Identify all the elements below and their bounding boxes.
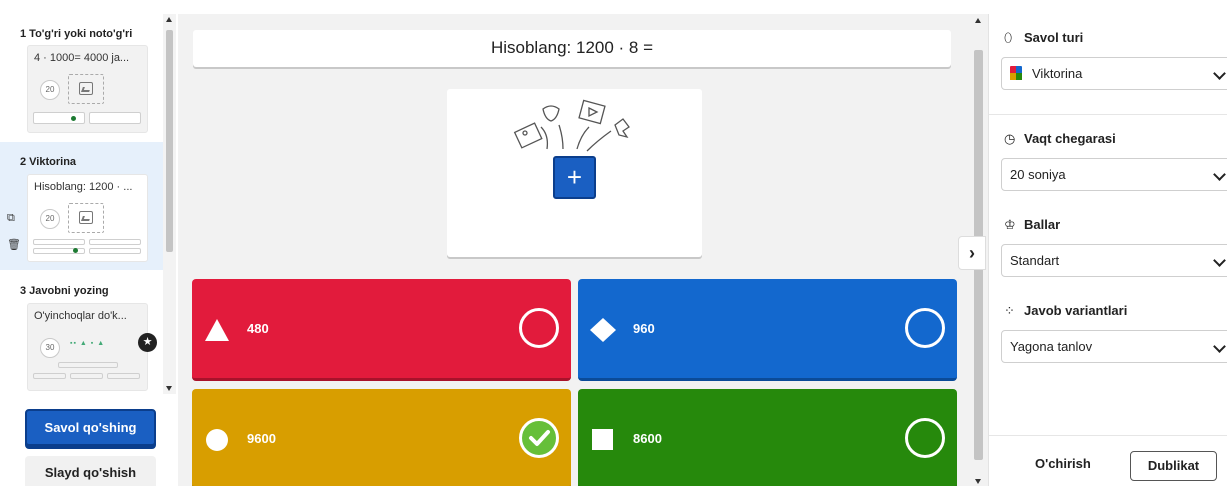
slide-thumbnail[interactable]: Hisoblang: 1200 · ... 20 — [27, 174, 148, 262]
delete-slide-icon[interactable]: 🗑 — [7, 238, 21, 251]
square-icon — [592, 429, 613, 450]
label-text: Ballar — [1024, 217, 1061, 232]
label-text: Savol turi — [1024, 30, 1084, 45]
add-question-button[interactable]: Savol qo'shing — [25, 409, 156, 446]
answer-option-2[interactable]: 960 — [578, 279, 957, 381]
grid-dots-icon: ⁘ — [1004, 303, 1015, 318]
collapse-panel-button[interactable]: › — [958, 236, 986, 270]
answer-preview — [107, 373, 140, 379]
answer-preview — [89, 112, 141, 124]
quiz-type-icon — [1010, 66, 1022, 80]
clock-icon: ◷ — [1004, 131, 1016, 146]
correct-dot — [73, 248, 78, 253]
question-type-label: ⬯ Savol turi — [1004, 30, 1083, 46]
scroll-down-icon[interactable] — [975, 479, 981, 484]
duplicate-slide-icon[interactable]: ⧉ — [7, 212, 15, 225]
question-text-field[interactable]: Hisoblang: 1200 · 8 = — [193, 30, 951, 67]
answer-text[interactable]: 960 — [633, 321, 655, 336]
points-select[interactable]: Standart — [1001, 244, 1227, 277]
slide-item-2[interactable]: 2 Viktorina Hisoblang: 1200 · ... 20 — [0, 142, 163, 270]
timer-badge: 20 — [40, 209, 60, 229]
scroll-thumb[interactable] — [166, 30, 173, 252]
select-value: Standart — [1010, 253, 1060, 268]
correct-dot — [71, 116, 76, 121]
duplicate-button[interactable]: Dublikat — [1130, 451, 1217, 481]
slide-title: 2 Viktorina — [20, 156, 77, 168]
question-type-icon: ⬯ — [1004, 30, 1013, 45]
divider — [989, 114, 1227, 115]
media-illustration-icon — [513, 99, 630, 152]
time-limit-select[interactable]: 20 soniya — [1001, 158, 1227, 191]
question-type-select[interactable]: Viktorina — [1001, 57, 1227, 90]
answer-text[interactable]: 8600 — [633, 431, 662, 446]
correct-toggle-checked[interactable] — [519, 418, 559, 458]
slide-thumbnail[interactable]: O'yinchoqlar do'k... 30 ▪▪ ▲ ▪ ▲ — [27, 303, 148, 391]
answer-icons: ▪▪ ▲ ▪ ▲ — [70, 340, 106, 347]
correct-toggle[interactable] — [905, 308, 945, 348]
chevron-down-icon — [1213, 168, 1226, 181]
star-icon: ★ — [138, 333, 157, 352]
image-placeholder-icon — [68, 203, 104, 233]
slide-thumbnail[interactable]: 4 · 1000= 4000 ja... 20 — [27, 45, 148, 133]
answer-preview — [58, 362, 118, 368]
label-text: Vaqt chegarasi — [1024, 131, 1116, 146]
answer-preview — [33, 112, 85, 124]
chevron-down-icon — [1213, 340, 1226, 353]
correct-toggle[interactable] — [519, 308, 559, 348]
answer-text[interactable]: 480 — [247, 321, 269, 336]
chevron-down-icon — [1213, 67, 1226, 80]
select-value: Viktorina — [1032, 66, 1083, 81]
answer-option-3[interactable]: 9600 — [192, 389, 571, 486]
question-editor: Hisoblang: 1200 · 8 = + 480 960 9600 860… — [178, 14, 988, 486]
image-placeholder-icon — [68, 74, 104, 104]
slide-preview-text: O'yinchoqlar do'k... — [34, 310, 127, 322]
label-text: Javob variantlari — [1024, 303, 1128, 318]
divider — [989, 435, 1227, 436]
answer-option-4[interactable]: 8600 — [578, 389, 957, 486]
slide-title: 1 To'g'ri yoki noto'g'ri — [20, 28, 133, 40]
select-value: Yagona tanlov — [1010, 339, 1093, 354]
slide-item-3[interactable]: 3 Javobni yozing O'yinchoqlar do'k... 30… — [0, 272, 162, 392]
scroll-up-icon[interactable] — [166, 17, 172, 22]
answer-options-select[interactable]: Yagona tanlov — [1001, 330, 1227, 363]
timer-badge: 30 — [40, 338, 60, 358]
circle-icon — [206, 429, 228, 451]
triangle-icon — [205, 319, 229, 341]
answer-preview — [89, 239, 141, 245]
add-media-button[interactable]: + — [553, 156, 596, 199]
answer-option-1[interactable]: 480 — [192, 279, 571, 381]
time-limit-label: ◷ Vaqt chegarasi — [1004, 131, 1116, 147]
answer-preview — [89, 248, 141, 254]
settings-panel: ⬯ Savol turi Viktorina ◷ Vaqt chegarasi 20… — [988, 14, 1227, 486]
correct-toggle[interactable] — [905, 418, 945, 458]
answer-text[interactable]: 9600 — [247, 431, 276, 446]
points-label: ♔ Ballar — [1004, 217, 1060, 233]
chevron-down-icon — [1213, 254, 1226, 267]
sidebar-scrollbar[interactable] — [163, 14, 176, 394]
select-value: 20 soniya — [1010, 167, 1066, 182]
slide-item-1[interactable]: 1 To'g'ri yoki noto'g'ri 4 · 1000= 4000 … — [0, 0, 162, 140]
slide-preview-text: Hisoblang: 1200 · ... — [34, 181, 133, 193]
delete-button[interactable]: O'chirish — [1035, 456, 1091, 471]
medal-icon: ♔ — [1004, 217, 1016, 232]
answer-preview — [33, 373, 66, 379]
media-upload-area[interactable]: + — [447, 89, 702, 257]
scroll-up-icon[interactable] — [975, 18, 981, 23]
diamond-icon — [590, 318, 616, 342]
slide-preview-text: 4 · 1000= 4000 ja... — [34, 52, 130, 64]
checkmark-icon — [529, 430, 550, 446]
answer-preview — [70, 373, 103, 379]
slide-title: 3 Javobni yozing — [20, 285, 109, 297]
answer-preview — [33, 239, 85, 245]
slide-sidebar: 1 To'g'ri yoki noto'g'ri 4 · 1000= 4000 … — [0, 0, 178, 486]
timer-badge: 20 — [40, 80, 60, 100]
scroll-down-icon[interactable] — [166, 386, 172, 391]
answer-options-label: ⁘ Javob variantlari — [1004, 303, 1127, 319]
add-slide-button[interactable]: Slayd qo'shish — [25, 456, 156, 486]
